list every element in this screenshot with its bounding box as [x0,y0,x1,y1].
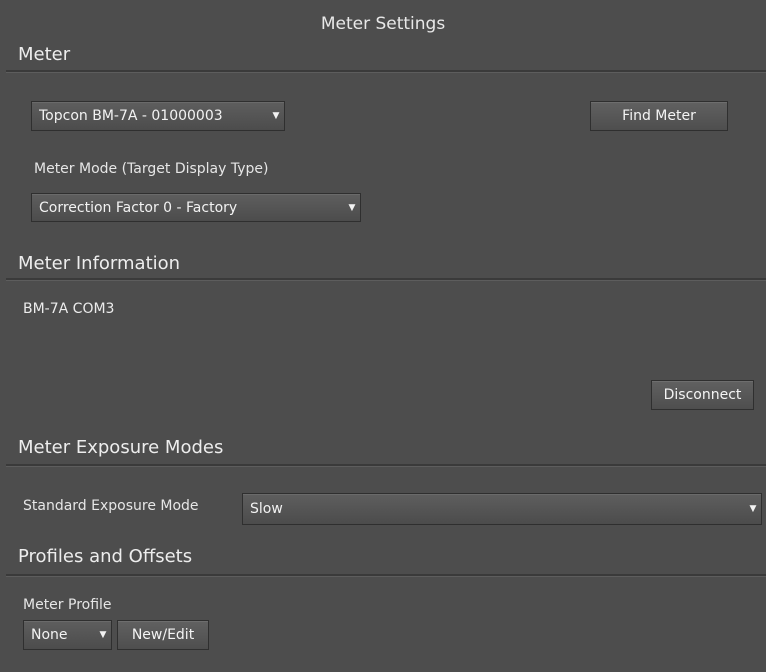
meter-profile-select[interactable]: None ▼ [23,620,112,650]
find-meter-button[interactable]: Find Meter [590,101,728,131]
section-divider [6,574,766,577]
section-title-meter: Meter [18,44,71,65]
section-title-meter-information: Meter Information [18,253,181,274]
section-title-profiles-offsets: Profiles and Offsets [18,546,193,567]
meter-device-select-value: Topcon BM-7A - 01000003 [39,108,223,124]
window-title: Meter Settings [320,14,446,34]
section-divider [6,70,766,73]
meter-mode-select[interactable]: Correction Factor 0 - Factory ▼ [31,193,361,222]
standard-exposure-select[interactable]: Slow ▼ [242,493,762,525]
disconnect-button[interactable]: Disconnect [651,380,754,410]
section-divider [6,464,766,467]
standard-exposure-label: Standard Exposure Mode [23,498,199,514]
meter-mode-label: Meter Mode (Target Display Type) [34,161,269,177]
chevron-down-icon: ▼ [749,504,757,514]
chevron-down-icon: ▼ [99,630,107,640]
meter-device-select[interactable]: Topcon BM-7A - 01000003 ▼ [31,101,285,131]
meter-profile-label: Meter Profile [23,597,112,613]
meter-info-text: BM-7A COM3 [23,301,115,317]
section-title-exposure-modes: Meter Exposure Modes [18,437,224,458]
chevron-down-icon: ▼ [348,202,356,213]
section-divider [6,278,766,281]
new-edit-profile-button[interactable]: New/Edit [117,620,209,650]
meter-profile-select-value: None [31,627,68,643]
standard-exposure-select-value: Slow [250,501,283,517]
chevron-down-icon: ▼ [272,111,280,121]
meter-mode-select-value: Correction Factor 0 - Factory [39,199,238,216]
